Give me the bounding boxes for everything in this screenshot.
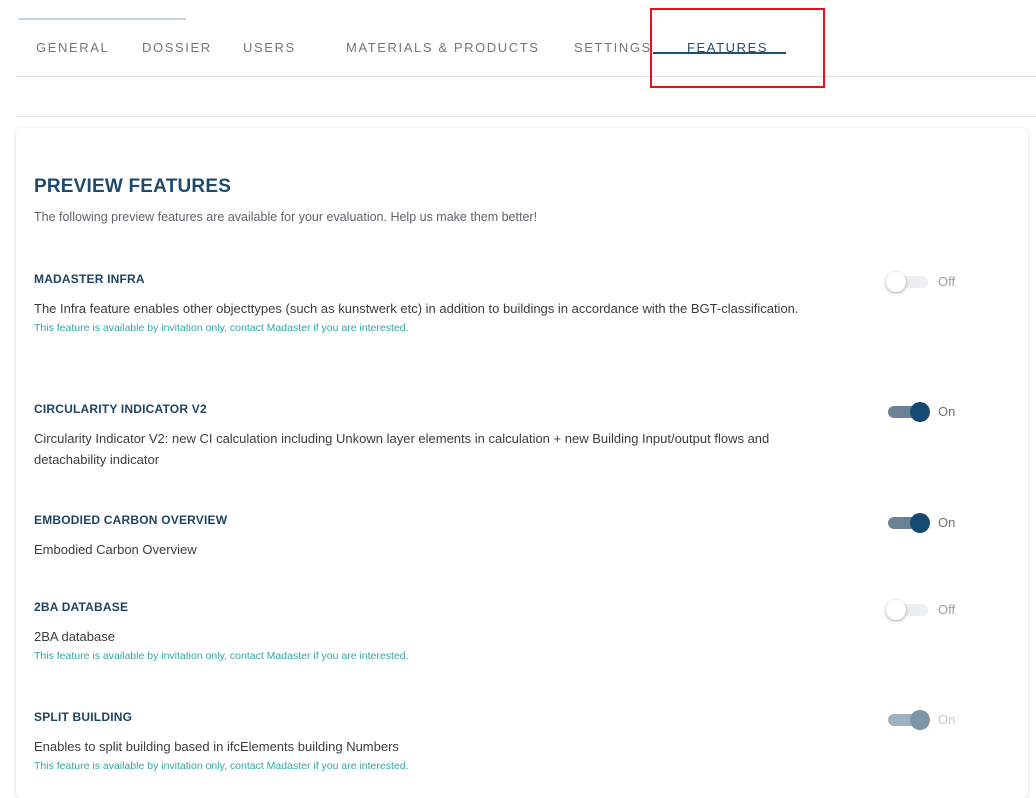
- toggle-knob: [910, 402, 930, 422]
- toggle-state-label: On: [938, 404, 956, 419]
- feature-name: 2BA DATABASE: [34, 600, 129, 614]
- toggle-state-label: On: [938, 712, 956, 727]
- feature-invitation-note: This feature is available by invitation …: [34, 760, 409, 772]
- toggle-knob: [886, 600, 906, 620]
- tab-materials-products[interactable]: MATERIALS & PRODUCTS: [346, 40, 540, 55]
- toggle-state-label: Off: [938, 274, 956, 289]
- preview-features-card: PREVIEW FEATURES The following preview f…: [16, 128, 1028, 798]
- tab-dossier[interactable]: DOSSIER: [142, 40, 212, 55]
- tab-users[interactable]: USERS: [243, 40, 296, 55]
- section-divider: [16, 116, 1036, 117]
- toggle-knob: [910, 710, 930, 730]
- feature-invitation-note: This feature is available by invitation …: [34, 650, 409, 662]
- feature-description: Enables to split building based in ifcEl…: [34, 739, 399, 754]
- feature-description: Embodied Carbon Overview: [34, 542, 197, 557]
- toggle-state-label: Off: [938, 602, 956, 617]
- feature-split-building: SPLIT BUILDING Enables to split building…: [34, 710, 1024, 772]
- feature-description: 2BA database: [34, 629, 115, 644]
- feature-embodied-carbon-overview: EMBODIED CARBON OVERVIEW Embodied Carbon…: [34, 513, 1024, 560]
- tab-settings[interactable]: SETTINGS: [574, 40, 652, 55]
- feature-2ba-database: 2BA DATABASE 2BA database This feature i…: [34, 600, 1024, 662]
- feature-madaster-infra: MADASTER INFRA The Infra feature enables…: [34, 272, 1024, 334]
- tab-bar: GENERAL DOSSIER USERS MATERIALS & PRODUC…: [16, 20, 1036, 77]
- feature-description: Circularity Indicator V2: new CI calcula…: [34, 431, 770, 467]
- embodied-carbon-toggle[interactable]: On: [886, 513, 976, 533]
- madaster-infra-toggle[interactable]: Off: [886, 272, 976, 292]
- feature-name: EMBODIED CARBON OVERVIEW: [34, 513, 228, 527]
- toggle-state-label: On: [938, 515, 956, 530]
- page-title: PREVIEW FEATURES: [34, 176, 232, 197]
- tab-general[interactable]: GENERAL: [36, 40, 109, 55]
- tab-highlight-box: [650, 8, 825, 88]
- feature-description: The Infra feature enables other objectty…: [34, 301, 799, 316]
- page-subtitle: The following preview features are avail…: [34, 210, 538, 224]
- feature-name: SPLIT BUILDING: [34, 710, 133, 724]
- feature-name: MADASTER INFRA: [34, 272, 145, 286]
- feature-circularity-indicator-v2: CIRCULARITY INDICATOR V2 Circularity Ind…: [34, 402, 1024, 470]
- split-building-toggle[interactable]: On: [886, 710, 976, 730]
- circularity-indicator-toggle[interactable]: On: [886, 402, 976, 422]
- toggle-knob: [886, 272, 906, 292]
- feature-name: CIRCULARITY INDICATOR V2: [34, 402, 207, 416]
- 2ba-database-toggle[interactable]: Off: [886, 600, 976, 620]
- toggle-knob: [910, 513, 930, 533]
- feature-invitation-note: This feature is available by invitation …: [34, 322, 409, 334]
